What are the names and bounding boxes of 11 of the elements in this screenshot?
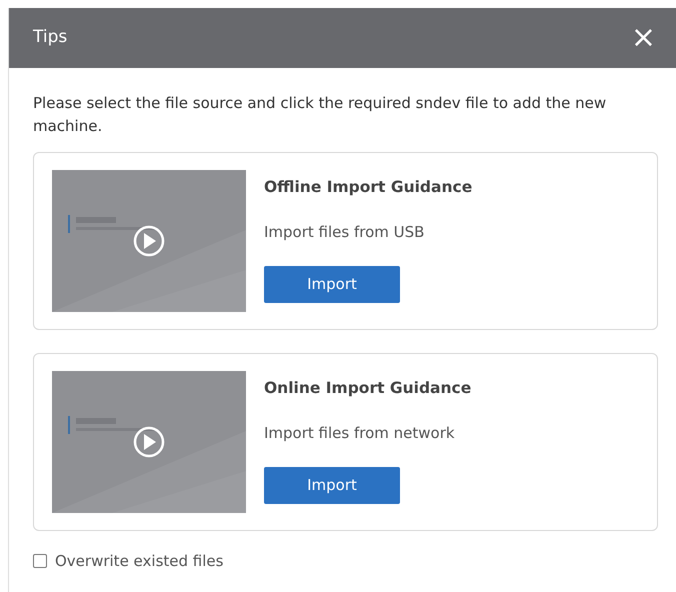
import-button[interactable]: Import — [264, 466, 400, 504]
checkbox-label[interactable]: Overwrite existed files — [55, 550, 224, 572]
option-title: Online Import Guidance — [264, 378, 472, 399]
overwrite-checkbox[interactable] — [33, 554, 47, 568]
option-description: Import files from network — [264, 423, 456, 444]
dialog-title: Tips — [33, 26, 68, 50]
close-button[interactable]: × — [626, 23, 660, 53]
instruction-text: Please select the file source and click the required sndev file to add the new machine. — [33, 93, 608, 137]
option-title: Offline Import Guidance — [264, 177, 472, 198]
import-button[interactable]: Import — [264, 266, 400, 303]
option-description: Import files from USB — [264, 222, 426, 244]
